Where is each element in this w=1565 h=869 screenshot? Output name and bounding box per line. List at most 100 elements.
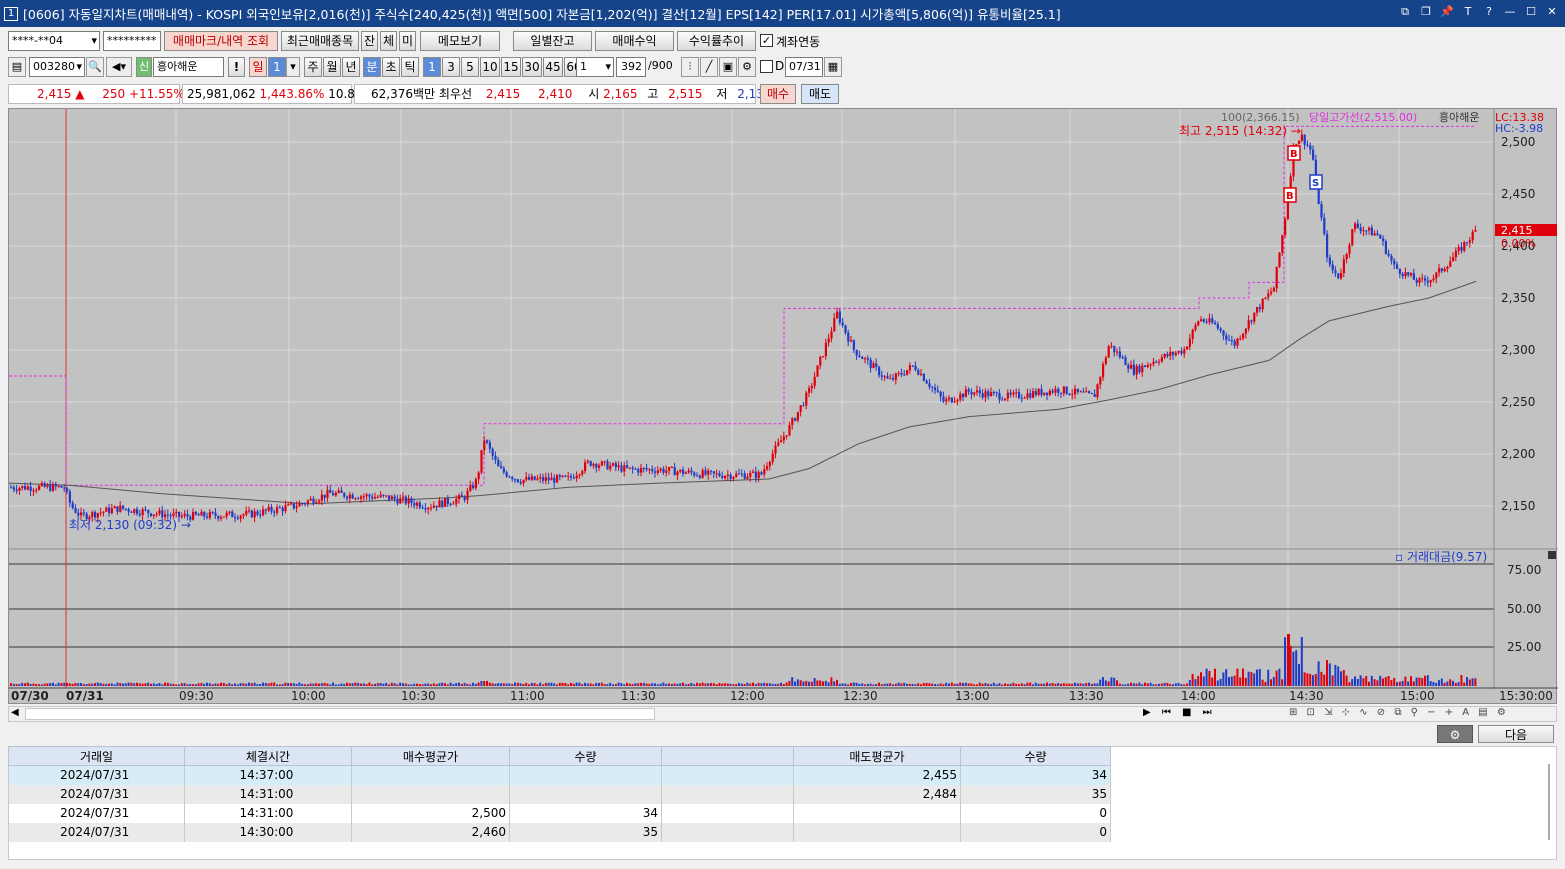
volume-bar	[304, 684, 306, 686]
column-header[interactable]: 수량	[509, 746, 662, 766]
candle-body	[382, 494, 385, 496]
candle-body	[539, 477, 542, 479]
price-chart[interactable]: 2,500 2,450 2,400 2,350 2,300 2,250 2,200 2,150…	[8, 108, 1558, 704]
speaker-icon[interactable]: ◀▾	[106, 57, 132, 77]
pin-icon[interactable]: 📌	[1440, 4, 1454, 20]
column-header[interactable]: 체결시간	[184, 746, 352, 766]
candle-body	[1085, 391, 1088, 393]
scroll-left-icon[interactable]: ◀	[11, 707, 19, 718]
period-tick-button[interactable]: 틱	[401, 57, 419, 77]
table-row[interactable]: 2024/07/31 14:31:00 2,484 35	[8, 784, 1111, 804]
column-header[interactable]: 매도평균가	[793, 746, 961, 766]
date-checkbox[interactable]	[760, 60, 773, 73]
grid-settings-icon[interactable]: ⚙	[1437, 725, 1473, 743]
open-price: 2,165	[603, 87, 638, 101]
volume-bar	[1435, 682, 1438, 686]
candle-body	[29, 486, 32, 492]
table-cell: 35	[960, 784, 1111, 804]
font-icon[interactable]: T	[1461, 4, 1475, 20]
column-header[interactable]: 매수평균가	[351, 746, 510, 766]
trade-profit-button[interactable]: 매매수익	[595, 31, 674, 51]
scroll-controls-icon[interactable]: ▶ ⏮ ■ ⏭	[1143, 707, 1216, 718]
candle-body	[124, 508, 127, 510]
period-minute-button[interactable]: 분	[363, 57, 381, 77]
chart-settings-icon[interactable]: ▤	[8, 57, 26, 77]
recent-trades-button[interactable]: 최근매매종목	[281, 31, 359, 51]
mark-history-button[interactable]: 매매마크/내역 조회	[164, 31, 278, 51]
interval-5-button[interactable]: 5	[461, 57, 479, 77]
volume-bar	[735, 684, 738, 686]
stock-name[interactable]: 흥아해운	[153, 57, 224, 77]
period-day-button[interactable]: 일	[249, 57, 267, 77]
column-header[interactable]: 수량	[960, 746, 1111, 766]
scroll-thumb[interactable]	[25, 708, 655, 720]
column-header[interactable]: 거래일	[8, 746, 185, 766]
draw-tool-icon[interactable]: ╱	[700, 57, 718, 77]
range-input[interactable]: 392	[616, 57, 646, 77]
minimize-icon[interactable]: —	[1503, 4, 1517, 20]
volume-bar	[922, 683, 925, 686]
password-input[interactable]: *********	[103, 31, 161, 51]
interval-1-button[interactable]: 1	[423, 57, 441, 77]
period-day-count[interactable]: 1	[268, 57, 286, 77]
calendar-icon[interactable]: ▦	[824, 57, 842, 77]
period-year-button[interactable]: 년	[342, 57, 360, 77]
interval-select[interactable]: 1 ▾	[576, 57, 614, 77]
column-header[interactable]	[661, 746, 794, 766]
executed-button[interactable]: 체	[380, 31, 397, 51]
interval-10-button[interactable]: 10	[480, 57, 500, 77]
volume-bar	[595, 682, 598, 686]
sell-button[interactable]: 매도	[801, 84, 839, 104]
candle-body	[449, 503, 452, 505]
chart-scrollbar[interactable]: ◀ ▶ ⏮ ■ ⏭ ⊞ ⊡ ⇲ ⊹ ∿ ⊘ ⧉ ⚲ − + A ▤ ⚙	[8, 706, 1557, 722]
help-icon[interactable]: ?	[1482, 4, 1496, 20]
chart-type-icon[interactable]: ⫶	[681, 57, 699, 77]
candle-body	[603, 461, 606, 463]
candle-body	[1328, 257, 1331, 265]
candle-body	[721, 476, 724, 479]
unexecuted-button[interactable]: 미	[399, 31, 416, 51]
table-row[interactable]: 2024/07/31 14:30:00 2,460 35 0	[8, 822, 1111, 842]
candle-body	[634, 468, 637, 470]
chevron-down-icon[interactable]: ▾	[286, 57, 300, 77]
candle-body	[900, 373, 903, 375]
copy-window-icon[interactable]: ❐	[1419, 4, 1433, 20]
period-month-button[interactable]: 월	[323, 57, 341, 77]
interval-3-button[interactable]: 3	[442, 57, 460, 77]
gear-icon[interactable]: ⚙	[738, 57, 756, 77]
table-cell: 2,460	[351, 822, 510, 842]
candle-body	[595, 463, 598, 468]
table-row[interactable]: 2024/07/31 14:31:00 2,500 34 0	[8, 803, 1111, 823]
maximize-icon[interactable]: ☐	[1524, 4, 1538, 20]
balance-button[interactable]: 잔	[361, 31, 378, 51]
interval-30-button[interactable]: 30	[522, 57, 542, 77]
profit-trend-button[interactable]: 수익률추이	[677, 31, 756, 51]
table-scrollbar[interactable]	[1548, 764, 1550, 840]
volume-bar	[766, 683, 768, 686]
search-icon[interactable]: 🔍	[86, 57, 104, 77]
volume-bar	[1418, 677, 1421, 686]
daily-balance-button[interactable]: 일별잔고	[513, 31, 592, 51]
buy-button[interactable]: 매수	[760, 84, 796, 104]
volume-bar	[665, 683, 668, 686]
account-link-checkbox[interactable]: ✓	[760, 34, 773, 47]
zoom-tools-icon[interactable]: ⊞ ⊡ ⇲ ⊹ ∿ ⊘ ⧉ ⚲ − + A ▤ ⚙	[1289, 707, 1509, 718]
volume-bar	[452, 683, 455, 686]
close-icon[interactable]: ✕	[1545, 4, 1559, 20]
account-select[interactable]: ****-**04 ▾	[8, 31, 100, 51]
next-button[interactable]: 다음	[1478, 725, 1554, 743]
interval-15-button[interactable]: 15	[501, 57, 521, 77]
period-second-button[interactable]: 초	[382, 57, 400, 77]
memo-button[interactable]: 메모보기	[420, 31, 500, 51]
volume-bar	[32, 683, 35, 686]
volume-cell: 25,981,062 1,443.86% 10.81%	[182, 84, 374, 104]
restore-layout-icon[interactable]: ⧉	[1398, 4, 1412, 20]
stock-code-input[interactable]: 003280 ▾	[29, 57, 85, 77]
candle-body	[1261, 298, 1264, 310]
alert-icon[interactable]: !	[228, 57, 245, 77]
table-row[interactable]: 2024/07/31 14:37:00 2,455 34	[8, 765, 1111, 785]
date-input[interactable]: 07/31	[785, 57, 823, 77]
period-week-button[interactable]: 주	[304, 57, 322, 77]
interval-45-button[interactable]: 45	[543, 57, 563, 77]
save-icon[interactable]: ▣	[719, 57, 737, 77]
